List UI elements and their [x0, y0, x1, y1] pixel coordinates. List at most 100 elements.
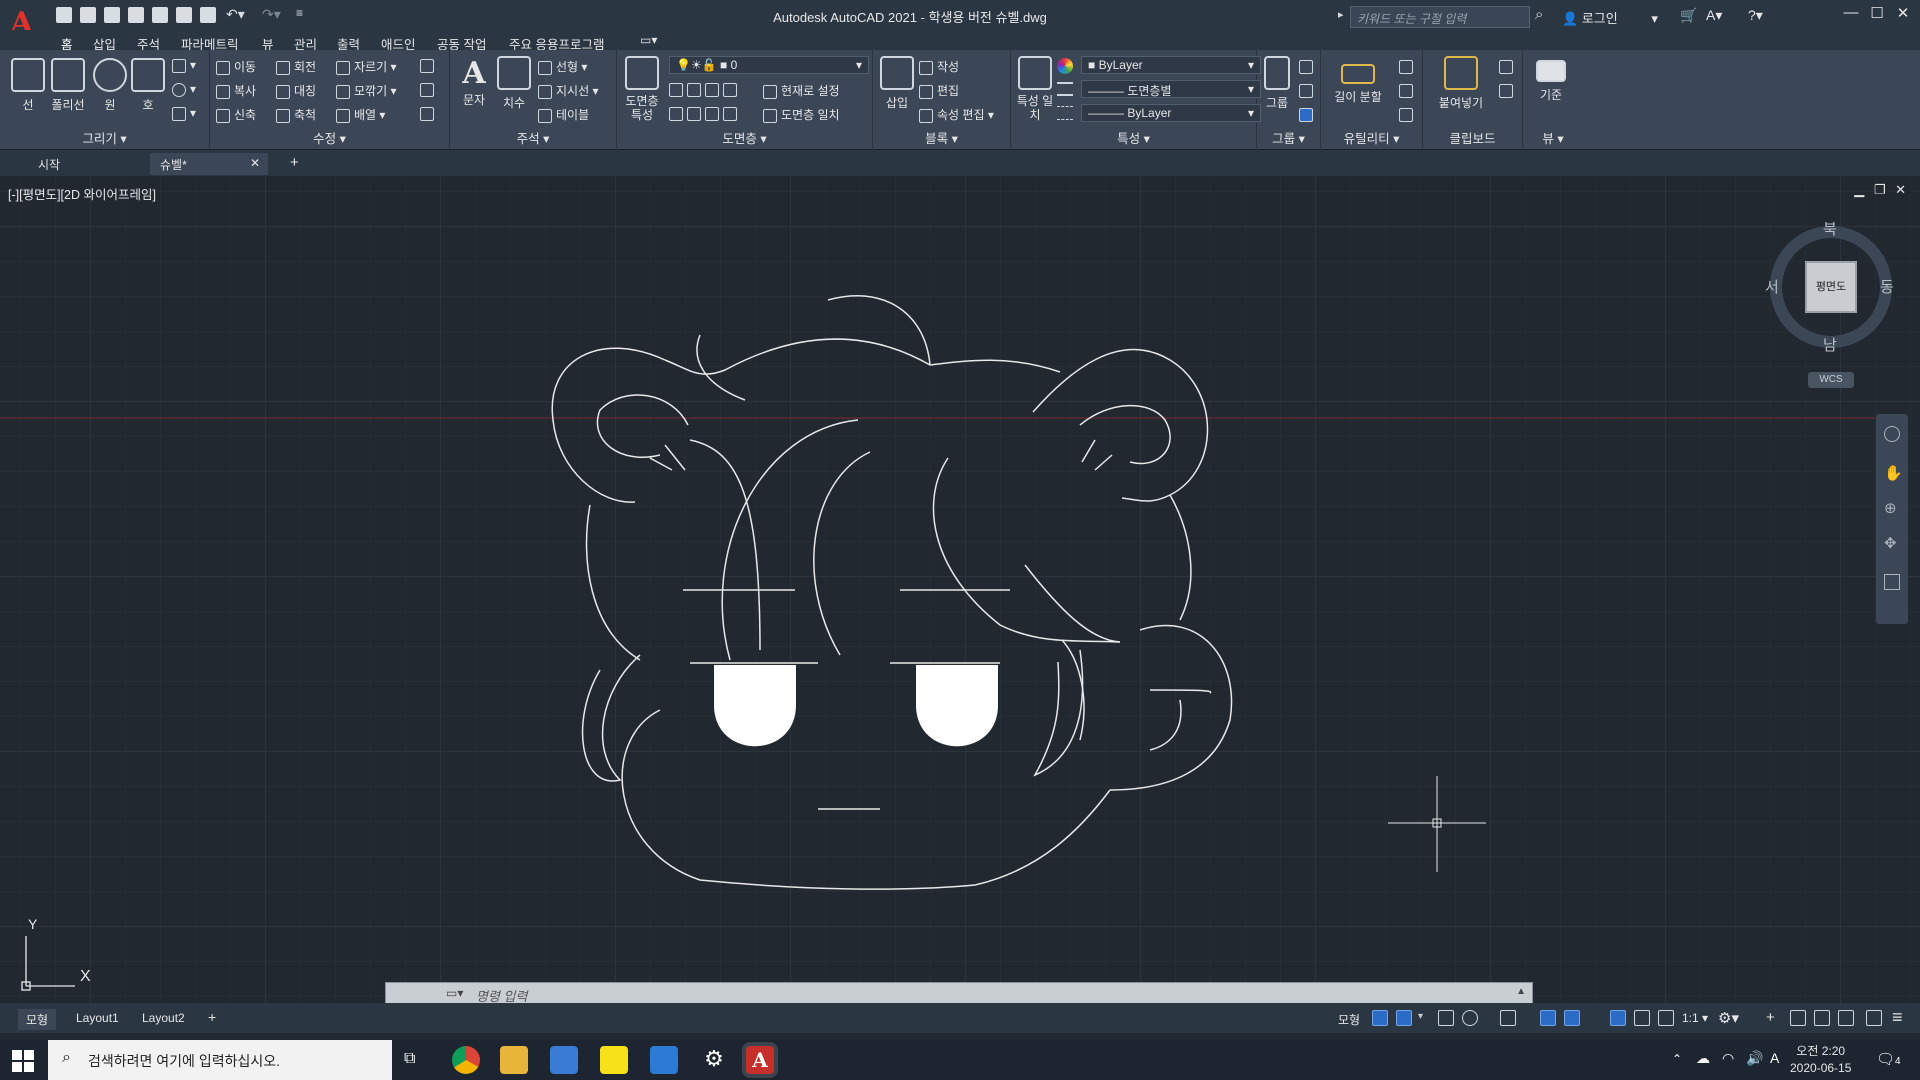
auto-scale-icon[interactable] [1634, 1010, 1650, 1026]
paste-button[interactable]: 붙여넣기 [1431, 56, 1491, 111]
fullscreen-icon[interactable] [1866, 1010, 1882, 1026]
cut-button[interactable] [1499, 58, 1517, 76]
select-all-button[interactable] [1399, 82, 1417, 100]
viewcube-north[interactable]: 북 [1823, 218, 1837, 239]
group-select-button[interactable] [1299, 106, 1317, 124]
group-button[interactable]: 그룹 [1261, 56, 1293, 111]
copy-button[interactable]: 복사 [216, 82, 256, 99]
chevron-down-icon[interactable]: ▾ [1418, 1011, 1423, 1022]
copy-clip-button[interactable] [1499, 82, 1517, 100]
maximize-button[interactable]: ☐ [1864, 4, 1890, 28]
taskbar-search-input[interactable]: ⌕ 검색하려면 여기에 입력하십시오. [48, 1040, 392, 1080]
help-icon[interactable]: ?▾ [1748, 7, 1763, 24]
layer-dropdown[interactable]: 💡☀🔓 ■ 0 ▾ [669, 56, 869, 74]
rectangle-button[interactable]: ▾ [172, 58, 196, 73]
chrome-icon[interactable] [452, 1046, 480, 1074]
layer-properties-button[interactable]: 도면층 특성 [621, 56, 663, 122]
minimize-button[interactable]: — [1838, 4, 1864, 28]
quick-select-button[interactable] [1399, 58, 1417, 76]
add-layout-button[interactable]: + [200, 1009, 224, 1027]
command-expand-icon[interactable]: ▲ [1516, 986, 1526, 997]
erase-button[interactable] [420, 58, 438, 73]
customization-menu-icon[interactable]: ≡ [1892, 1007, 1903, 1028]
windows-start-icon[interactable] [12, 1050, 34, 1072]
scale-dropdown[interactable]: 1:1 ▾ [1682, 1011, 1708, 1025]
drawing-canvas[interactable]: [-][평면도][2D 와이어프레임] ▁ ❐ ✕ Y X 평면도 북 남 동 … [0, 176, 1920, 1016]
line-button[interactable]: 선 [8, 58, 48, 113]
tab-current-drawing[interactable]: 슈벨* ✕ [150, 153, 268, 175]
snap-icon[interactable] [1396, 1010, 1412, 1026]
edit-block-button[interactable]: 편집 [919, 82, 959, 99]
layout-tab-layout2[interactable]: Layout2 [134, 1009, 193, 1027]
gear-icon[interactable]: ⚙▾ [1718, 1009, 1739, 1027]
ortho-icon[interactable] [1438, 1010, 1454, 1026]
zoom-icon[interactable]: ⊕ [1884, 499, 1897, 517]
attribute-edit-button[interactable]: 속성 편집 ▾ [919, 106, 994, 123]
steering-wheel-icon[interactable] [1884, 426, 1900, 442]
plus-workspace-icon[interactable]: + [1766, 1009, 1775, 1026]
panel-properties-title[interactable]: 특성 ▾ [1011, 128, 1256, 147]
mirror-button[interactable]: 대칭 [276, 82, 316, 99]
insert-block-button[interactable]: 삽입 [877, 56, 917, 111]
clean-screen-icon[interactable] [1838, 1010, 1854, 1026]
command-history-icon[interactable]: ▭▾ [446, 986, 463, 1000]
customize-qat-icon[interactable]: ≡ [296, 6, 303, 20]
move-button[interactable]: 이동 [216, 58, 256, 75]
arc-button[interactable]: 호 [130, 58, 166, 113]
polyline-button[interactable]: 폴리선 [46, 58, 90, 113]
annotation-visibility-icon[interactable] [1610, 1010, 1626, 1026]
make-current-button[interactable]: 현재로 설정 [763, 82, 840, 99]
sign-in-button[interactable]: 👤 로그인 ▾ [1562, 8, 1658, 27]
autocad-taskbar-icon[interactable]: A [746, 1046, 774, 1074]
object-snap-tracking-icon[interactable] [1540, 1010, 1556, 1026]
save-icon[interactable] [104, 7, 120, 23]
table-button[interactable]: 테이블 [538, 106, 589, 123]
close-tab-icon[interactable]: ✕ [250, 156, 260, 170]
pan-icon[interactable]: ✋ [1884, 464, 1903, 482]
base-view-button[interactable]: 기준 [1529, 60, 1573, 103]
autodesk-a360-icon[interactable]: A▾ [1706, 7, 1722, 24]
plot-icon[interactable] [200, 7, 216, 23]
offset-button[interactable] [420, 106, 438, 121]
wcs-dropdown[interactable]: WCS [1808, 372, 1854, 388]
color-dropdown[interactable]: ■ ByLayer ▾ [1081, 56, 1261, 74]
ungroup-button[interactable] [1299, 58, 1317, 76]
viewcube-east[interactable]: 동 [1880, 276, 1894, 297]
settings-gear-icon[interactable]: ⚙ [700, 1046, 728, 1074]
polar-icon[interactable] [1462, 1010, 1478, 1026]
redo-icon[interactable]: ↷▾ [262, 6, 281, 23]
microsoft-store-icon[interactable] [550, 1046, 578, 1074]
kakaotalk-icon[interactable] [600, 1046, 628, 1074]
annotation-scale-icon[interactable] [1658, 1010, 1674, 1026]
close-button[interactable]: ✕ [1890, 4, 1916, 28]
panel-layers-title[interactable]: 도면층 ▾ [617, 128, 872, 147]
hatch-button[interactable]: ▾ [172, 106, 196, 121]
mail-icon[interactable] [650, 1046, 678, 1074]
grid-icon[interactable] [1372, 1010, 1388, 1026]
save-web-icon[interactable] [176, 7, 192, 23]
circle-button[interactable]: 원 [92, 58, 128, 113]
ellipse-button[interactable]: ▾ [172, 82, 196, 97]
panel-draw-title[interactable]: 그리기 ▾ [0, 128, 209, 147]
system-tray-expand-icon[interactable]: ⌃ [1672, 1052, 1682, 1066]
hardware-acceleration-icon[interactable] [1814, 1010, 1830, 1026]
measure-button[interactable]: 길이 분할 [1325, 56, 1391, 105]
volume-icon[interactable]: 🔊 [1746, 1050, 1763, 1067]
panel-groups-title[interactable]: 그룹 ▾ [1257, 128, 1320, 147]
object-snap-icon[interactable] [1564, 1010, 1580, 1026]
create-block-button[interactable]: 작성 [919, 58, 959, 75]
array-button[interactable]: 배열 ▾ [336, 106, 385, 123]
viewcube-west[interactable]: 서 [1765, 276, 1779, 297]
isolate-objects-icon[interactable] [1790, 1010, 1806, 1026]
onedrive-icon[interactable]: ☁ [1696, 1050, 1710, 1067]
search-icon[interactable]: ⌕ [1535, 6, 1555, 26]
new-tab-button[interactable]: + [280, 153, 309, 175]
text-button[interactable]: A 문자 [454, 56, 494, 108]
lineweight-dropdown[interactable]: ——— ByLayer ▾ [1081, 104, 1261, 122]
ime-indicator[interactable]: A [1770, 1050, 1779, 1066]
layer-tools-row-1[interactable] [669, 82, 741, 97]
panel-annotation-title[interactable]: 주석 ▾ [450, 128, 616, 147]
search-input[interactable]: 키워드 또는 구절 입력 [1350, 6, 1530, 28]
explode-button[interactable] [420, 82, 438, 97]
scale-button[interactable]: 축척 [276, 106, 316, 123]
